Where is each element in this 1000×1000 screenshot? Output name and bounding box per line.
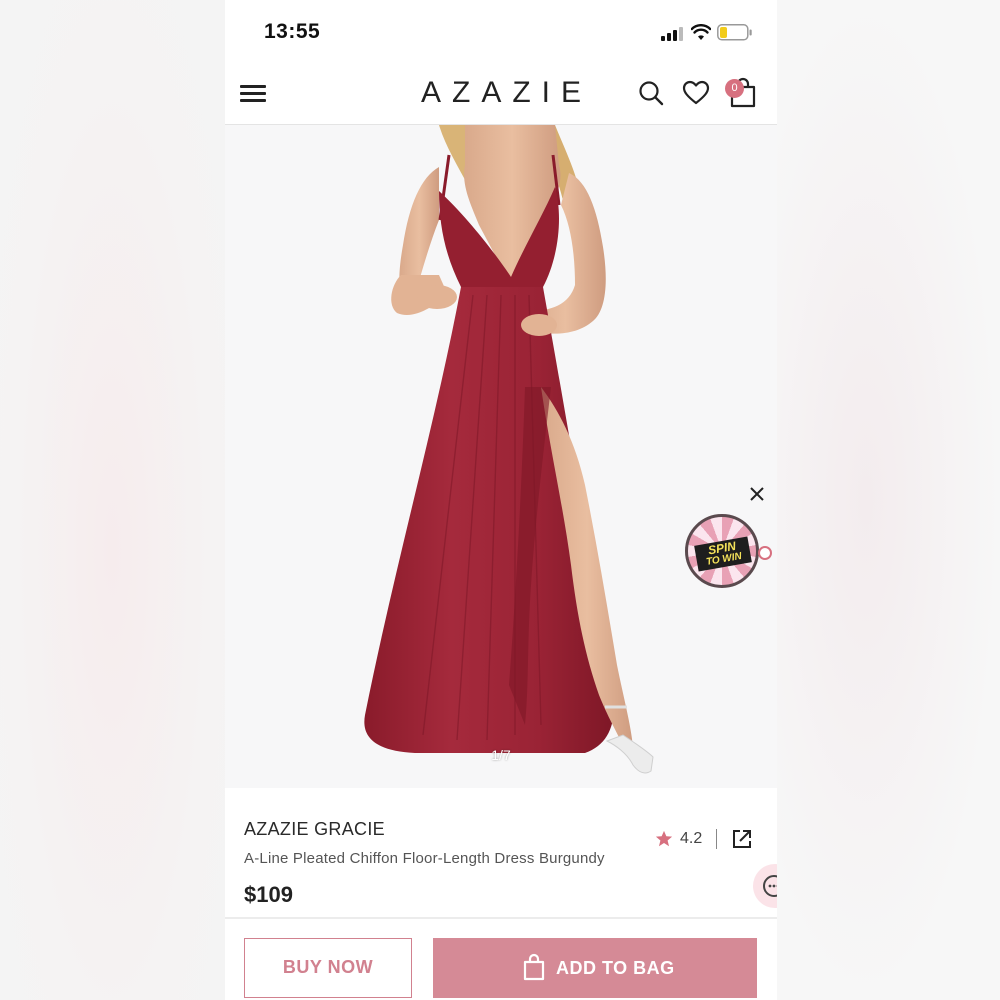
rating-value[interactable]: 4.2	[680, 830, 702, 848]
wifi-icon	[691, 24, 711, 40]
product-info: AZAZIE GRACIE A-Line Pleated Chiffon Flo…	[225, 788, 777, 918]
share-icon[interactable]	[731, 828, 753, 850]
add-to-bag-button[interactable]: ADD TO BAG	[433, 938, 757, 998]
spin-to-win-label: SPIN TO WIN	[694, 536, 752, 572]
bag-icon	[523, 953, 545, 981]
phone-screen: 13:55 AZAZIE 0 1/7 SPIN TO WIN AZAZIE GR…	[225, 0, 777, 1000]
add-to-bag-label: ADD TO BAG	[556, 958, 675, 978]
rating-divider	[716, 829, 717, 849]
battery-icon	[717, 24, 752, 41]
rating-star-icon	[655, 830, 673, 847]
chat-icon	[763, 875, 777, 897]
product-photo	[364, 125, 654, 774]
product-description: A-Line Pleated Chiffon Floor-Length Dres…	[244, 850, 605, 867]
search-icon[interactable]	[638, 80, 664, 106]
bag-count-badge: 0	[725, 79, 744, 98]
buy-now-button[interactable]: BUY NOW	[244, 938, 412, 998]
app-header: AZAZIE 0	[225, 66, 777, 125]
status-bar: 13:55	[225, 0, 777, 66]
section-divider	[225, 917, 777, 919]
chat-support-button[interactable]	[753, 864, 777, 908]
product-price: $109	[244, 882, 293, 907]
spin-wheel-pointer-icon	[758, 546, 772, 560]
cellular-signal-icon	[661, 27, 685, 41]
wishlist-heart-icon[interactable]	[682, 80, 710, 106]
status-time: 13:55	[264, 20, 321, 43]
spin-to-win-badge[interactable]: SPIN TO WIN	[685, 514, 759, 588]
background-left	[0, 0, 225, 1000]
background-right	[777, 0, 1000, 1000]
close-promo-icon[interactable]	[748, 485, 766, 503]
product-image-carousel[interactable]: 1/7 SPIN TO WIN	[225, 125, 777, 788]
carousel-pager: 1/7	[491, 747, 511, 763]
product-title: AZAZIE GRACIE	[244, 819, 385, 839]
